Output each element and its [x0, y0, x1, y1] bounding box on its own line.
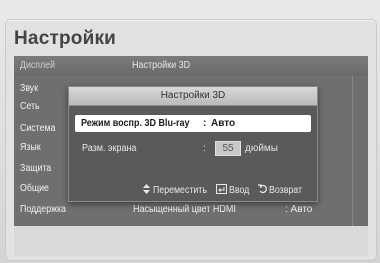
sidebar-item-network[interactable]: Сеть [20, 101, 40, 112]
sidebar-item-display[interactable]: Дисплей [20, 60, 55, 71]
sidebar-item-support[interactable]: Поддержка [20, 204, 66, 215]
return-arrow-icon [258, 184, 268, 197]
hdmi-deep-color-label[interactable]: Насыщенный цвет HDMI [133, 204, 236, 215]
bluray-3d-mode-label: Режим воспр. 3D Blu-ray [81, 118, 190, 129]
enter-hint-label: Ввод [229, 185, 250, 196]
sidebar-item-sound[interactable]: Звук [20, 83, 38, 94]
sidebar-item-language[interactable]: Язык [20, 142, 41, 153]
hdmi-deep-color-value: : Авто [285, 204, 313, 215]
enter-icon [216, 184, 227, 197]
content-header-title: Настройки 3D [132, 60, 191, 71]
settings-3d-popup: Настройки 3D Режим воспр. 3D Blu-ray : А… [68, 86, 318, 202]
sub-header-bar [14, 56, 368, 76]
tv-settings-screen: Настройки Дисплей Звук Сеть Система Язык… [0, 0, 380, 263]
screen-size-colon: : [203, 143, 206, 154]
bluray-3d-mode-colon: : [203, 118, 207, 129]
popup-title: Настройки 3D [160, 90, 226, 101]
page-title: Настройки [14, 28, 117, 49]
bluray-3d-mode-value: Авто [211, 118, 236, 129]
sidebar-item-general[interactable]: Общие [20, 183, 49, 194]
screen-size-unit: дюймы [245, 143, 278, 154]
return-hint-label: Возврат [269, 185, 302, 196]
screen-size-label[interactable]: Разм. экрана [82, 143, 136, 154]
move-hint-label: Переместить [153, 185, 207, 196]
sidebar-item-security[interactable]: Защита [20, 163, 51, 174]
screen-size-input[interactable]: 55 [215, 141, 241, 156]
popup-header: Настройки 3D [69, 87, 317, 106]
updown-arrows-icon [143, 184, 150, 197]
column-divider [352, 76, 353, 226]
bluray-3d-mode-row[interactable]: Режим воспр. 3D Blu-ray : Авто [75, 115, 311, 132]
sidebar-item-system[interactable]: Система [20, 123, 55, 134]
popup-footer: Переместить Ввод Возврат [69, 183, 317, 201]
bottom-strip [14, 226, 368, 256]
